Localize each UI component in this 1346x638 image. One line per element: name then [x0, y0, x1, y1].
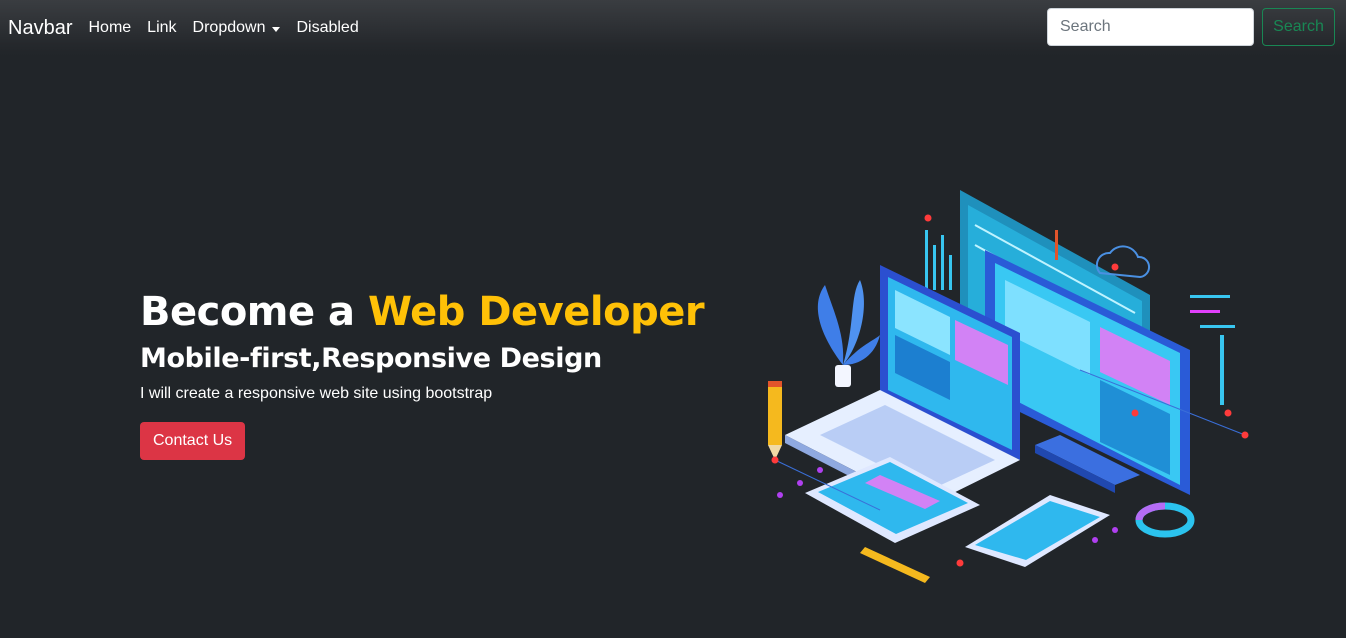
nav-link-link[interactable]: Link — [147, 19, 176, 37]
plant-icon — [817, 280, 880, 387]
nav-links: Home Link Dropdown Disabled — [88, 19, 374, 37]
hero-description: I will create a responsive web site usin… — [140, 385, 493, 402]
ruler-icon — [860, 547, 930, 583]
navbar-brand[interactable]: Navbar — [8, 17, 72, 40]
hero-title-highlight: Web Developer — [367, 289, 705, 335]
donut-chart-icon — [1135, 502, 1195, 538]
pencil-icon — [768, 381, 782, 460]
search-button[interactable]: Search — [1262, 8, 1335, 46]
hero-title-prefix: Become a — [140, 289, 368, 335]
search-form: Search — [1047, 8, 1335, 46]
nav-link-home[interactable]: Home — [88, 19, 131, 37]
nav-link-dropdown-label: Dropdown — [192, 19, 266, 36]
phone-icon — [965, 495, 1110, 567]
caret-down-icon — [272, 26, 281, 32]
hero-subtitle: Mobile-first,Responsive Design — [140, 343, 602, 374]
hero-title: Become a Web Developer — [140, 288, 705, 336]
hero-section: Become a Web Developer Mobile-first,Resp… — [140, 288, 705, 460]
nav-link-dropdown[interactable]: Dropdown — [193, 19, 281, 37]
contact-us-button[interactable]: Contact Us — [140, 422, 246, 460]
navbar: Navbar Home Link Dropdown Disabled Searc… — [0, 0, 1346, 56]
nav-link-disabled: Disabled — [296, 19, 359, 36]
search-input[interactable] — [1047, 8, 1254, 46]
web-development-illustration — [768, 190, 1249, 583]
